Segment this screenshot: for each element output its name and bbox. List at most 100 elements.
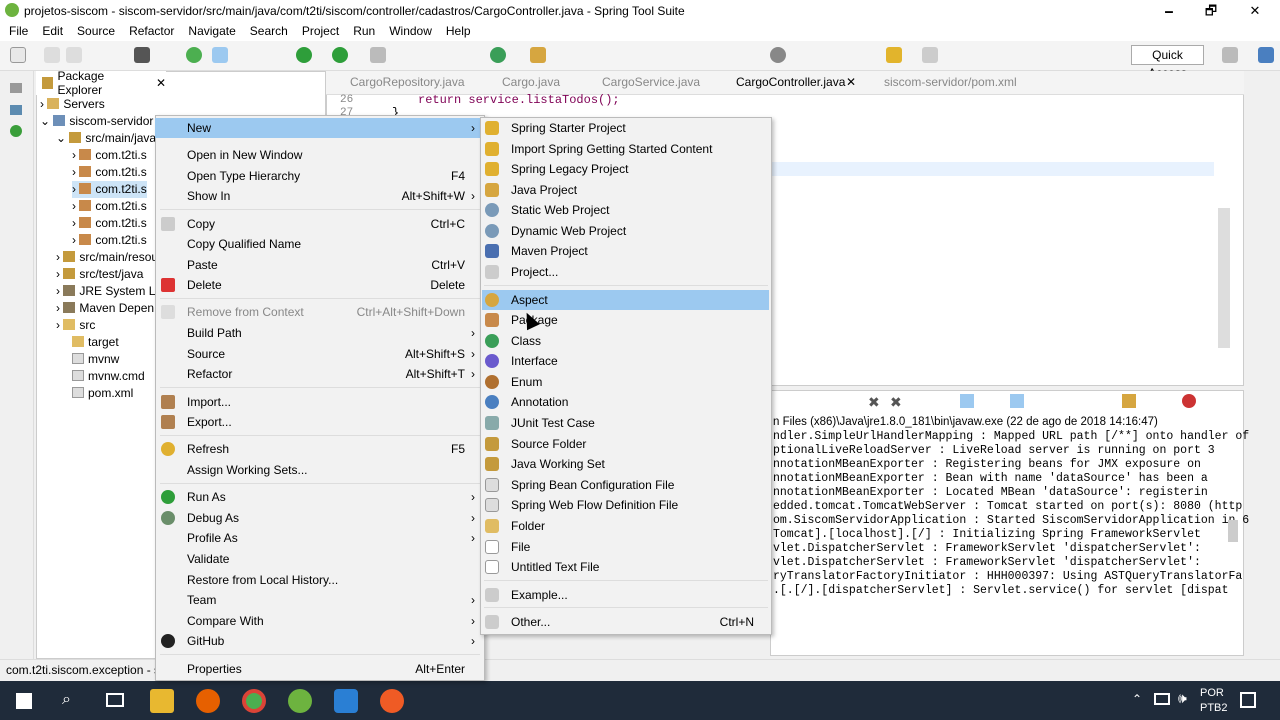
- task-view-icon[interactable]: [106, 693, 124, 707]
- menu-item-import[interactable]: Import...: [155, 392, 485, 412]
- tree-item[interactable]: › com.t2ti.s: [72, 232, 147, 249]
- close-view-icon[interactable]: ✕: [156, 76, 166, 90]
- terminal-icon[interactable]: [134, 47, 150, 63]
- submenu-item-example[interactable]: Example...: [480, 585, 772, 605]
- menu-item-source[interactable]: Source Alt+Shift+S ›: [155, 344, 485, 364]
- run-icon[interactable]: [296, 47, 312, 63]
- menu-project[interactable]: Project: [295, 24, 346, 38]
- menu-item-github[interactable]: GitHub ›: [155, 631, 485, 651]
- spring-tool-suite-icon[interactable]: [288, 689, 312, 713]
- menu-item-compare-with[interactable]: Compare With ›: [155, 611, 485, 631]
- run-external-icon[interactable]: [332, 47, 348, 63]
- tab-cargo-service[interactable]: CargoService.java: [602, 75, 700, 89]
- postman-icon[interactable]: [380, 689, 404, 713]
- pin-console-icon[interactable]: [1010, 394, 1024, 408]
- menu-run[interactable]: Run: [346, 24, 382, 38]
- menu-item-paste[interactable]: Paste Ctrl+V: [155, 255, 485, 275]
- submenu-item-maven-project[interactable]: Maven Project: [480, 241, 772, 261]
- menu-item-copy[interactable]: Copy Ctrl+C: [155, 214, 485, 234]
- tree-item[interactable]: ⌄ src/main/java: [56, 130, 156, 147]
- submenu-item-static-web-project[interactable]: Static Web Project: [480, 200, 772, 220]
- menu-refactor[interactable]: Refactor: [122, 24, 181, 38]
- network-icon[interactable]: [1154, 693, 1170, 705]
- menu-item-remove-from-context[interactable]: Remove from Context Ctrl+Alt+Shift+Down: [155, 302, 485, 322]
- tree-item[interactable]: › src/main/resources: [56, 249, 156, 266]
- close-tab-icon[interactable]: ✕: [846, 75, 856, 89]
- menu-navigate[interactable]: Navigate: [181, 24, 242, 38]
- submenu-item-untitled-text-file[interactable]: Untitled Text File: [480, 557, 772, 577]
- submenu-item-spring-web-flow[interactable]: Spring Web Flow Definition File: [480, 495, 772, 515]
- tab-cargo[interactable]: Cargo.java: [502, 75, 560, 89]
- open-console-icon[interactable]: [1122, 394, 1136, 408]
- tray-chevron-icon[interactable]: ⌃: [1132, 692, 1142, 706]
- submenu-item-folder[interactable]: Folder: [480, 516, 772, 536]
- keyboard-language[interactable]: POR: [1200, 687, 1224, 699]
- tree-item[interactable]: pom.xml: [72, 385, 133, 402]
- open-type-icon[interactable]: [530, 47, 546, 63]
- stop-icon[interactable]: [370, 47, 386, 63]
- submenu-item-junit-test-case[interactable]: JUnit Test Case: [480, 413, 772, 433]
- submenu-item-annotation[interactable]: Annotation: [480, 392, 772, 412]
- tree-item-selected[interactable]: › com.t2ti.s: [72, 181, 147, 198]
- notification-icon[interactable]: [1240, 692, 1256, 708]
- package-explorer-tab[interactable]: Package Explorer ✕: [36, 69, 166, 97]
- menu-item-profile-as[interactable]: Profile As ›: [155, 528, 485, 548]
- menu-item-debug-as[interactable]: Debug As ›: [155, 508, 485, 528]
- editor-scrollbar[interactable]: [1218, 208, 1230, 348]
- tree-item[interactable]: › com.t2ti.s: [72, 164, 147, 181]
- firefox-icon[interactable]: [196, 689, 220, 713]
- tree-item[interactable]: mvnw: [72, 351, 119, 368]
- menu-item-show-in[interactable]: Show In Alt+Shift+W ›: [155, 186, 485, 206]
- new-java-class-icon[interactable]: [490, 47, 506, 63]
- quick-access-input[interactable]: Quick Access: [1131, 45, 1204, 80]
- submenu-item-aspect[interactable]: Aspect: [482, 290, 769, 310]
- submenu-item-dynamic-web-project[interactable]: Dynamic Web Project: [480, 221, 772, 241]
- submenu-item-project[interactable]: Project...: [480, 262, 772, 282]
- menu-item-restore-local-history[interactable]: Restore from Local History...: [155, 570, 485, 590]
- chrome-icon[interactable]: [242, 689, 266, 713]
- spring-icon[interactable]: [10, 125, 22, 137]
- menu-window[interactable]: Window: [382, 24, 439, 38]
- spring-boot-icon[interactable]: [186, 47, 202, 63]
- submenu-item-enum[interactable]: Enum: [480, 372, 772, 392]
- submenu-item-import-spring-content[interactable]: Import Spring Getting Started Content: [480, 139, 772, 159]
- tab-cargo-repository[interactable]: CargoRepository.java: [350, 75, 465, 89]
- tree-item[interactable]: › com.t2ti.s: [72, 198, 147, 215]
- restore-button[interactable]: 🗗: [1188, 0, 1234, 21]
- tree-item[interactable]: › src: [56, 317, 95, 334]
- menu-item-assign-working-sets[interactable]: Assign Working Sets...: [155, 460, 485, 480]
- tree-item[interactable]: › Maven Depen: [56, 300, 154, 317]
- save-all-icon[interactable]: [66, 47, 82, 63]
- menu-item-refresh[interactable]: Refresh F5: [155, 439, 485, 459]
- remove-all-icon[interactable]: ✖: [890, 394, 902, 411]
- menu-search[interactable]: Search: [243, 24, 295, 38]
- menu-file[interactable]: File: [0, 24, 35, 38]
- search-icon[interactable]: ⌕: [62, 691, 71, 709]
- menu-item-open-in-new-window[interactable]: Open in New Window: [155, 145, 485, 165]
- menu-item-team[interactable]: Team ›: [155, 590, 485, 610]
- menu-help[interactable]: Help: [439, 24, 478, 38]
- menu-edit[interactable]: Edit: [35, 24, 70, 38]
- terminate-icon[interactable]: ✖: [868, 394, 880, 411]
- menu-item-validate[interactable]: Validate: [155, 549, 485, 569]
- submenu-item-file[interactable]: File: [480, 537, 772, 557]
- volume-icon[interactable]: 🕪: [1178, 690, 1187, 707]
- tree-item[interactable]: › com.t2ti.s: [72, 147, 147, 164]
- forward-icon[interactable]: [922, 47, 938, 63]
- windows-start-icon[interactable]: [16, 693, 32, 709]
- submenu-item-class[interactable]: Class: [480, 331, 772, 351]
- menu-item-open-type-hierarchy[interactable]: Open Type Hierarchy F4: [155, 166, 485, 186]
- menu-item-copy-qualified-name[interactable]: Copy Qualified Name: [155, 234, 485, 254]
- submenu-item-other[interactable]: Other... Ctrl+N: [480, 612, 772, 632]
- back-icon[interactable]: [886, 47, 902, 63]
- menu-item-run-as[interactable]: Run As ›: [155, 487, 485, 507]
- open-perspective-icon[interactable]: [1222, 47, 1238, 63]
- tree-item[interactable]: › com.t2ti.s: [72, 215, 147, 232]
- submenu-item-interface[interactable]: Interface: [480, 351, 772, 371]
- tab-cargo-controller[interactable]: CargoController.java: [736, 75, 845, 89]
- debug-icon[interactable]: [212, 47, 228, 63]
- minimize-button[interactable]: 🗕: [1146, 0, 1192, 21]
- tree-item[interactable]: mvnw.cmd: [72, 368, 145, 385]
- submenu-item-java-project[interactable]: Java Project: [480, 180, 772, 200]
- menu-source[interactable]: Source: [70, 24, 122, 38]
